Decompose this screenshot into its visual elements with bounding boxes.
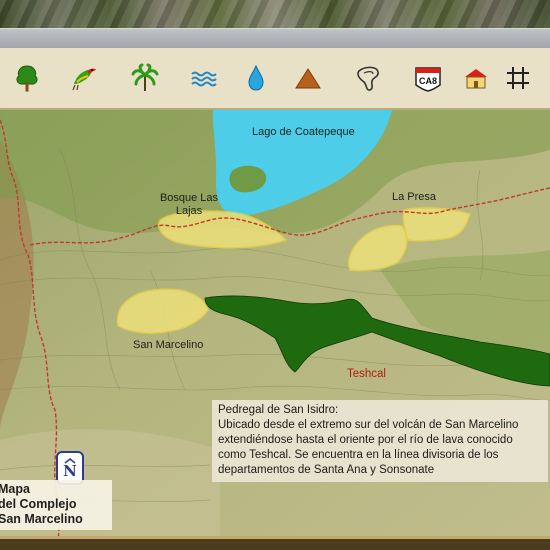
settlement-layer-button[interactable] [456, 56, 496, 100]
info-line: departamentos de Santa Ana y Sonsonate [218, 464, 435, 476]
label-san-marcelino: San Marcelino [133, 339, 204, 351]
title-line: Mapa [0, 482, 30, 496]
road-layer-button[interactable]: CA8 [408, 56, 448, 100]
label-la-presa: La Presa [392, 191, 437, 203]
info-panel: Pedregal de San Isidro: Ubicado desde el… [212, 400, 548, 482]
bird-icon [72, 68, 96, 91]
water-waves-icon [191, 71, 217, 87]
tree-icon [16, 65, 38, 92]
road-sign-label: CA8 [419, 76, 437, 86]
palm-icon [131, 63, 159, 91]
water-drop-layer-button[interactable] [236, 56, 276, 100]
label-teshcal: Teshcal [347, 368, 386, 380]
water-drop-icon [248, 64, 264, 91]
layer-toolbar: CA8 [0, 48, 550, 110]
volcano-icon [295, 68, 321, 89]
lava-flow-layer-button[interactable] [348, 56, 388, 100]
info-heading: Pedregal de San Isidro: [218, 404, 339, 416]
title-line: San Marcelino [0, 512, 83, 526]
map-viewer: CA8 Lago de Coatepeque Bosque Las Lajas … [0, 0, 550, 550]
footer-bar [0, 536, 550, 550]
info-line: Ubicado desde el extremo sur del volcán … [218, 419, 519, 431]
info-line: como Teshcal. Se encuentra en la línea d… [218, 449, 499, 461]
lava-flow-icon [357, 66, 379, 91]
tree-layer-button[interactable] [7, 56, 47, 100]
info-line: extendiéndose hasta el oriente por el rí… [218, 434, 513, 446]
label-lago-coatepeque: Lago de Coatepeque [252, 126, 355, 138]
waters-layer-button[interactable] [184, 56, 224, 100]
map-title-box: Mapa del Complejo San Marcelino [0, 480, 112, 530]
palm-layer-button[interactable] [125, 56, 165, 100]
grid-icon [507, 67, 529, 89]
title-line: del Complejo [0, 497, 77, 511]
volcano-layer-button[interactable] [288, 56, 328, 100]
navigation-bar [0, 28, 550, 50]
road-ca8-icon: CA8 [415, 67, 441, 92]
house-icon [465, 69, 487, 89]
label-bosque-las-lajas: Bosque Las Lajas [159, 192, 219, 217]
header-photo-banner [0, 0, 550, 28]
bird-layer-button[interactable] [64, 56, 104, 100]
grid-layer-button[interactable] [498, 56, 538, 100]
north-letter: N [63, 462, 77, 480]
